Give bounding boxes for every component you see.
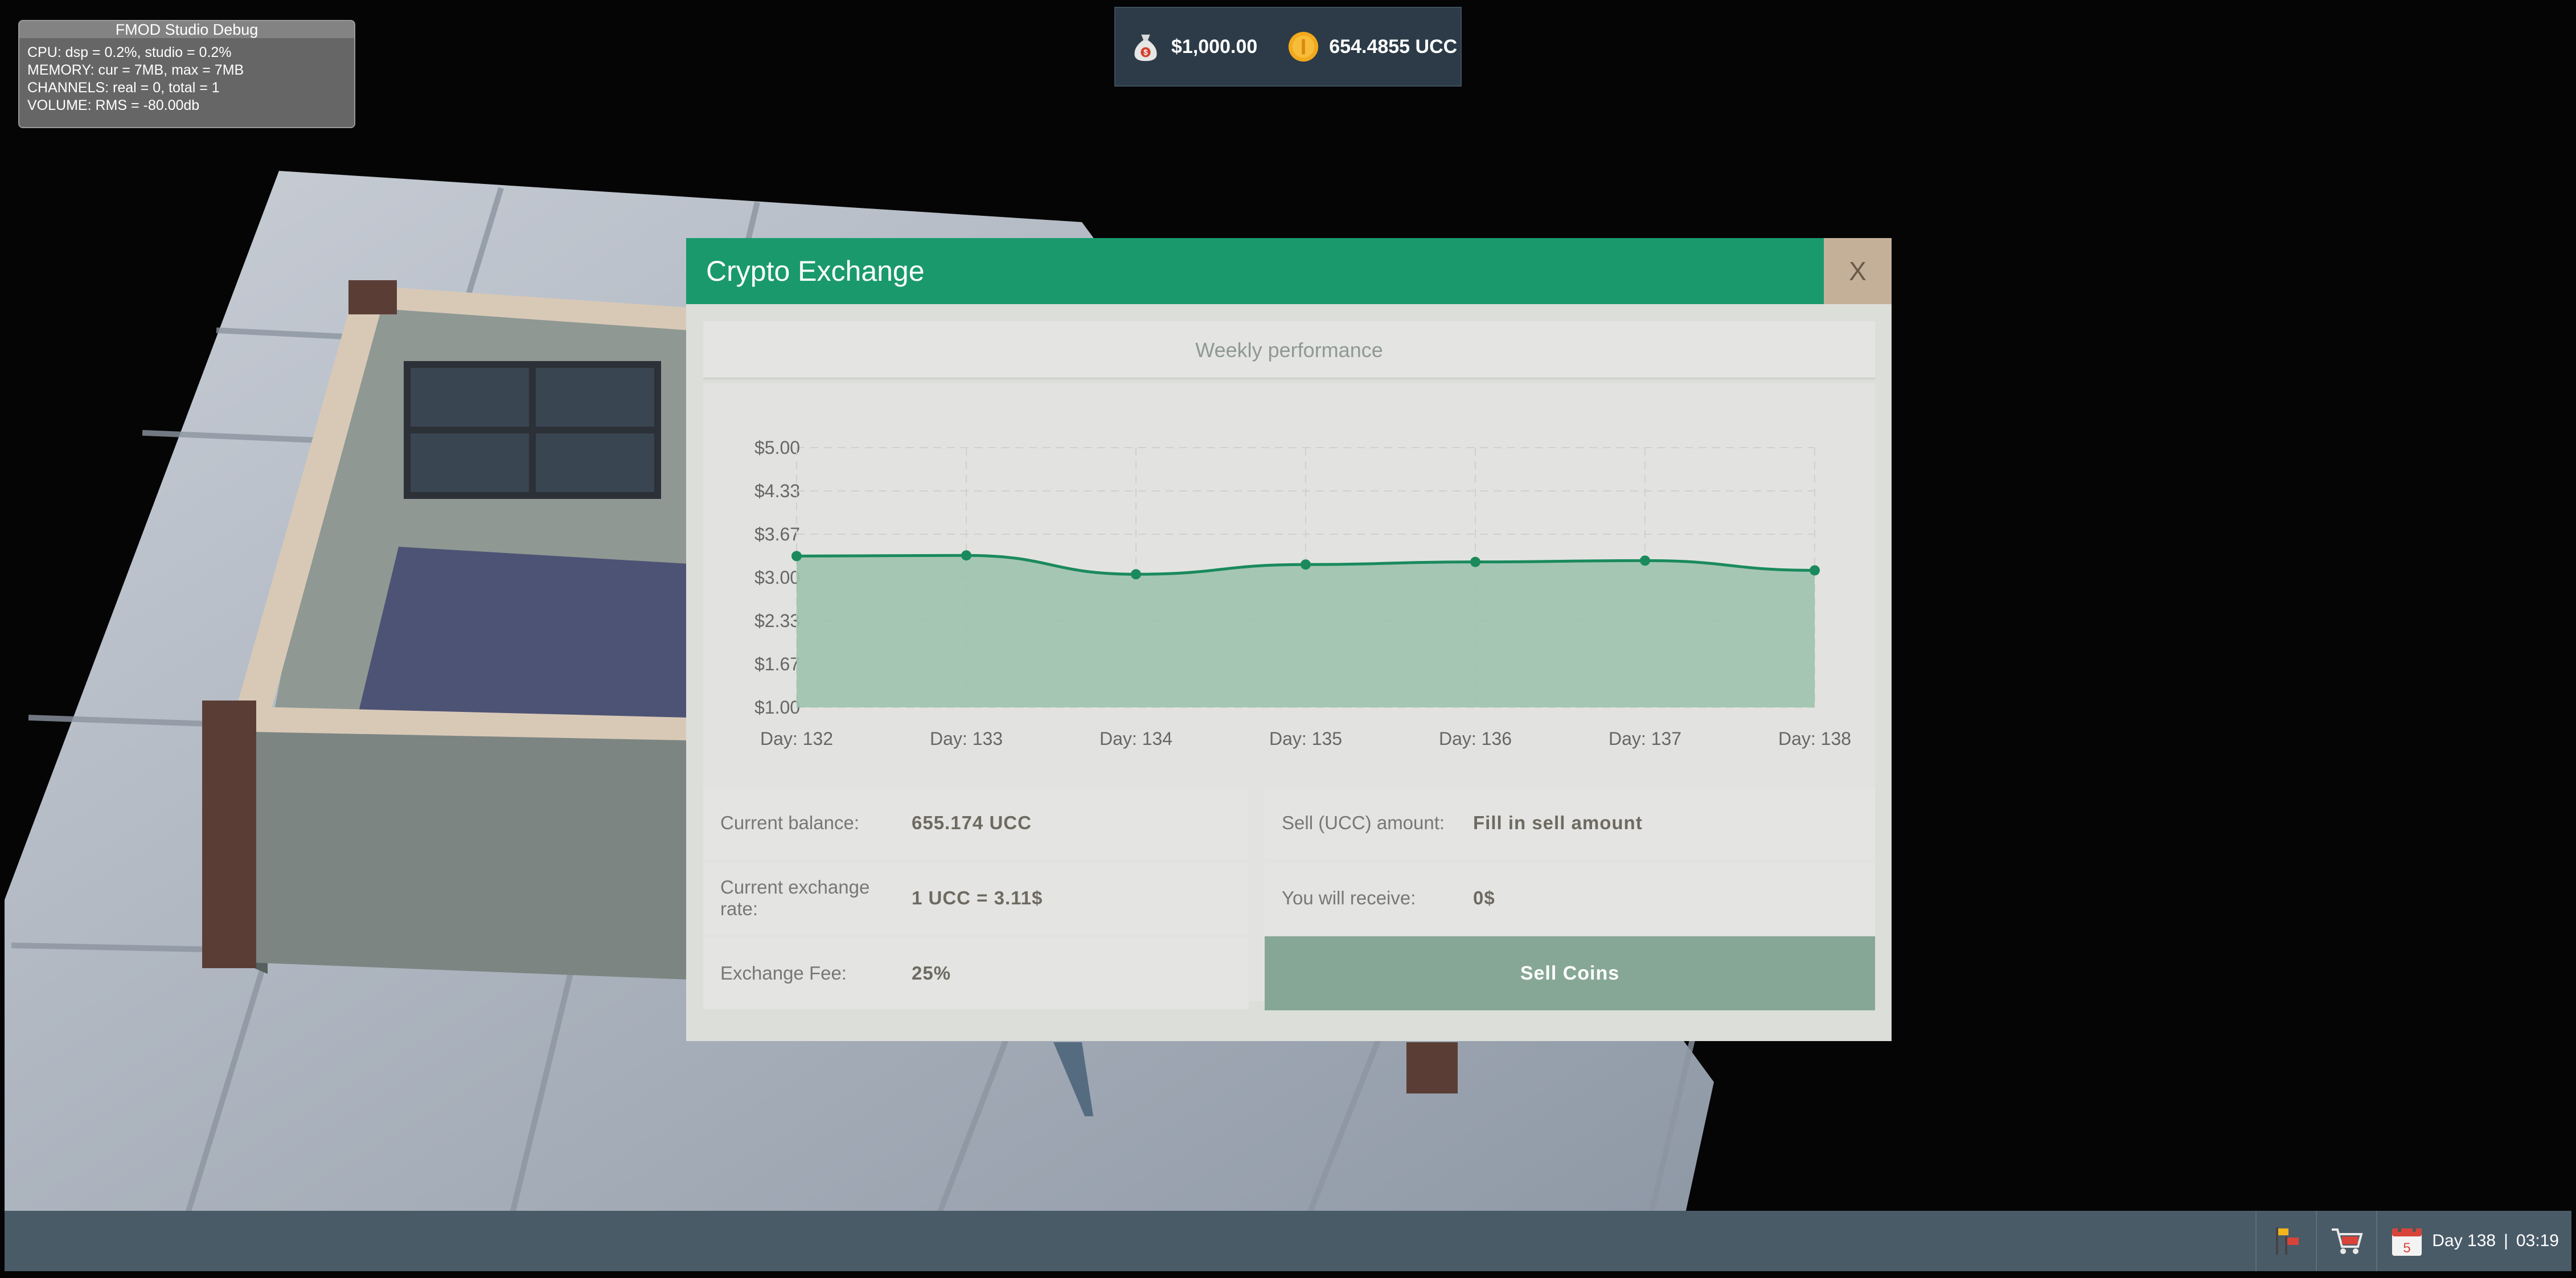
x-tick-label: Day: 137 bbox=[1609, 728, 1681, 749]
y-tick-label: $2.33 bbox=[754, 611, 800, 631]
calendar-number: 5 bbox=[2403, 1240, 2411, 1256]
fmod-debug-panel: FMOD Studio Debug CPU: dsp = 0.2%, studi… bbox=[18, 20, 355, 128]
date-separator: | bbox=[2504, 1231, 2508, 1250]
wall-post bbox=[202, 701, 256, 968]
svg-text:$: $ bbox=[1143, 48, 1148, 57]
fmod-volume-line: VOLUME: RMS = -80.00db bbox=[27, 97, 200, 113]
crypto-exchange-modal: Crypto Exchange X Weekly performance $5.… bbox=[686, 238, 1892, 1041]
receive-value: 0$ bbox=[1473, 887, 1495, 908]
fmod-memory-line: MEMORY: cur = 7MB, max = 7MB bbox=[27, 62, 244, 78]
current-balance-value: 655.174 UCC bbox=[912, 812, 1032, 833]
exchange-fee-value: 25% bbox=[912, 962, 951, 984]
currency-bar: $ $1,000.00 654.4855 UCC bbox=[1114, 7, 1462, 87]
shop-button[interactable] bbox=[2316, 1211, 2376, 1271]
y-tick-label: $3.00 bbox=[754, 567, 800, 588]
x-tick-label: Day: 134 bbox=[1100, 728, 1172, 749]
coin-amount: 654.4855 UCC bbox=[1329, 35, 1458, 58]
wall-post-right bbox=[1406, 1042, 1458, 1093]
x-tick-label: Day: 136 bbox=[1439, 728, 1512, 749]
chart-data-point bbox=[1810, 565, 1820, 576]
sell-coins-button[interactable]: Sell Coins bbox=[1265, 936, 1875, 1010]
chart-title: Weekly performance bbox=[703, 321, 1875, 379]
current-balance-label: Current balance: bbox=[720, 812, 859, 833]
money-bag-icon: $ bbox=[1134, 34, 1157, 62]
x-tick-label: Day: 132 bbox=[760, 728, 833, 749]
sell-amount-label: Sell (UCC) amount: bbox=[1282, 812, 1445, 833]
exchange-fee-label: Exchange Fee: bbox=[720, 962, 847, 984]
chart-data-point bbox=[791, 551, 802, 562]
y-tick-label: $1.67 bbox=[754, 654, 800, 674]
coin-icon bbox=[1289, 31, 1319, 62]
modal-title: Crypto Exchange bbox=[686, 238, 1824, 304]
chart-data-point bbox=[1131, 569, 1141, 580]
y-tick-label: $1.00 bbox=[754, 697, 800, 718]
day-label: Day 138 bbox=[2432, 1231, 2496, 1250]
fmod-cpu-line: CPU: dsp = 0.2%, studio = 0.2% bbox=[27, 44, 232, 60]
receive-label: You will receive: bbox=[1282, 887, 1416, 908]
x-tick-label: Day: 138 bbox=[1778, 728, 1851, 749]
date-display: 5 Day 138 | 03:19 bbox=[2376, 1211, 2559, 1271]
chart-data-point bbox=[1301, 559, 1311, 570]
y-tick-label: $5.00 bbox=[754, 437, 800, 458]
sell-amount-row: Sell (UCC) amount: Fill in sell amount bbox=[1265, 787, 1875, 859]
chart-data-point bbox=[961, 550, 971, 561]
calendar-icon: 5 bbox=[2392, 1225, 2422, 1256]
y-tick-label: $3.67 bbox=[754, 524, 800, 544]
bottom-bar: 5 Day 138 | 03:19 bbox=[5, 1211, 2571, 1271]
exchange-rate-value: 1 UCC = 3.11$ bbox=[912, 887, 1043, 908]
chart-area-fill bbox=[797, 555, 1815, 707]
sell-amount-input[interactable]: Fill in sell amount bbox=[1473, 812, 1643, 834]
fmod-channels-line: CHANNELS: real = 0, total = 1 bbox=[27, 80, 220, 96]
chart-data-point bbox=[1640, 555, 1650, 566]
flags-button[interactable] bbox=[2255, 1211, 2316, 1271]
y-tick-label: $4.33 bbox=[754, 481, 800, 501]
x-tick-label: Day: 135 bbox=[1269, 728, 1342, 749]
room-front-wall bbox=[251, 712, 689, 980]
chart-data-point bbox=[1470, 556, 1480, 567]
close-button[interactable]: X bbox=[1824, 238, 1892, 304]
flags-icon bbox=[2276, 1227, 2299, 1255]
receive-row: You will receive: 0$ bbox=[1265, 862, 1875, 934]
exchange-rate-row: Current exchange rate: 1 UCC = 3.11$ bbox=[703, 862, 1249, 934]
x-tick-label: Day: 133 bbox=[930, 728, 1003, 749]
shopping-cart-icon bbox=[2332, 1228, 2363, 1254]
wall-post-top bbox=[348, 280, 397, 314]
time-label: 03:19 bbox=[2516, 1231, 2559, 1250]
money-amount: $1,000.00 bbox=[1171, 35, 1258, 58]
fmod-debug-title: FMOD Studio Debug bbox=[19, 21, 354, 38]
current-balance-row: Current balance: 655.174 UCC bbox=[703, 787, 1249, 859]
exchange-rate-label: Current exchange rate: bbox=[720, 876, 870, 919]
exchange-fee-row: Exchange Fee: 25% bbox=[703, 937, 1249, 1009]
